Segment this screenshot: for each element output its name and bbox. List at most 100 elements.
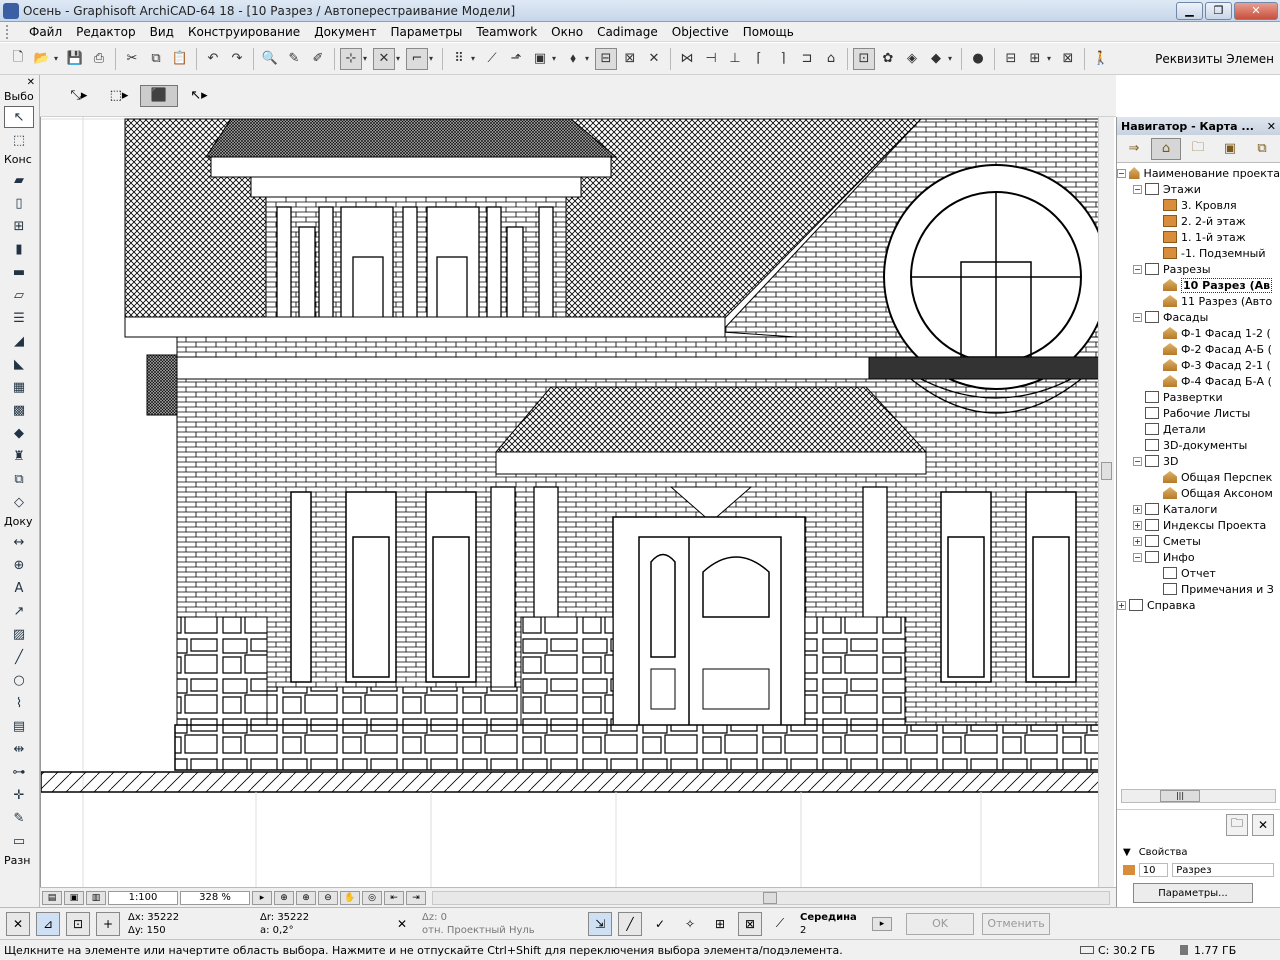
walk-icon[interactable]: 🚶 [1090,48,1112,70]
maximize-button[interactable]: ❐ [1205,1,1232,20]
view-map-icon[interactable]: ▤ [42,890,62,905]
tree-item[interactable]: +box Каталоги [1117,501,1280,517]
tree-item[interactable]: house 11 Разрез (Авто [1117,293,1280,309]
canvas-horizontal-scrollbar[interactable] [432,890,1110,905]
zoom-previous-icon[interactable]: ⇤ [384,890,404,905]
pan-icon[interactable]: ✋ [340,890,360,905]
camera-tool-icon[interactable]: ▭ [4,830,34,852]
tree-item[interactable]: floor 1. 1-й этаж [1117,229,1280,245]
fillet-icon[interactable]: ⌈ [748,48,770,70]
zone-tool-icon[interactable]: ⧉ [4,468,34,490]
zoom-next-icon[interactable]: ⇥ [406,890,426,905]
sphere-icon[interactable]: ● [967,48,989,70]
angle-value[interactable]: a: 0,2° [260,924,384,937]
toolbox-label-select[interactable]: Выбо [0,89,39,105]
paste-icon[interactable]: 📋 [169,48,191,70]
horizontal-scroll-thumb[interactable] [763,891,777,904]
layer-icon[interactable]: ▣ [529,48,551,70]
collapse-icon[interactable]: − [1117,168,1126,178]
view-id-field[interactable]: 10 [1138,863,1169,877]
tree-item[interactable]: floor 3. Кровля [1117,197,1280,213]
render-dropdown-icon[interactable]: ▾ [948,54,957,63]
dimension-tool-icon[interactable]: ↔ [4,531,34,553]
snap-dropdown-icon[interactable]: ▾ [429,54,438,63]
tree-item[interactable]: floor -1. Подземный [1117,245,1280,261]
collapse-icon[interactable]: − [1133,312,1142,322]
expand-icon[interactable]: + [1117,600,1126,610]
menu-cadimage[interactable]: Cadimage [590,25,665,39]
tree-item[interactable]: box Рабочие Листы [1117,405,1280,421]
element-attributes-label[interactable]: Реквизиты Элемен [1155,52,1280,66]
layers-combo-icon[interactable]: ▥ [86,890,106,905]
delete-icon[interactable]: ✕ [1252,813,1274,836]
syringe-icon[interactable]: ✐ [307,48,329,70]
wall-tool-icon[interactable]: ▰ [4,169,34,191]
new-folder-icon[interactable]: 🗀 [1226,813,1248,836]
zoom-dropdown-icon[interactable]: ▸ [252,890,272,905]
tree-item[interactable]: box Развертки [1117,389,1280,405]
menu-document[interactable]: Документ [307,25,383,39]
menu-objective[interactable]: Objective [665,25,736,39]
expand-icon[interactable]: + [1133,504,1142,514]
layout-dropdown-icon[interactable]: ▾ [1047,54,1056,63]
line-draw-icon[interactable]: ╱ [618,911,642,936]
hotspot-tool-icon[interactable]: ✛ [4,784,34,806]
organizer-tab-icon[interactable]: ⧉ [1247,138,1277,160]
group-icon[interactable]: ⊞ [708,912,732,936]
tree-item[interactable]: house 10 Разрез (Ав [1117,277,1280,293]
tree-item[interactable]: −box 3D [1117,453,1280,469]
menu-window[interactable]: Окно [544,25,590,39]
previous-zoom-icon[interactable]: ◎ [362,890,382,905]
navigator-horizontal-scrollbar[interactable]: ||| [1121,789,1276,803]
marquee-tool-icon[interactable]: ⬚ [4,129,34,151]
slab-tool-icon[interactable]: ▱ [4,284,34,306]
toolbox-label-other[interactable]: Разн [0,853,39,869]
tree-item[interactable]: house Ф-1 Фасад 1-2 ( [1117,325,1280,341]
minimize-button[interactable]: ▁ [1176,1,1203,20]
snap-points-icon[interactable]: ⌐ [406,47,428,70]
spark-icon[interactable]: ✧ [678,912,702,936]
stair-tool-icon[interactable]: ☰ [4,307,34,329]
polyline-tool-icon[interactable]: ⌇ [4,692,34,714]
drawing-canvas[interactable] [40,117,1098,887]
expand-icon[interactable]: + [1133,520,1142,530]
circle-tool-icon[interactable]: ○ [4,669,34,691]
fill-tool-icon[interactable]: ▨ [4,623,34,645]
layer-dropdown-icon[interactable]: ▾ [552,54,561,63]
trace-icon[interactable]: ⟋ [481,48,503,70]
reference-level[interactable]: отн. Проектный Нуль [422,924,582,937]
undo-icon[interactable]: ↶ [202,48,224,70]
special-snap-icon[interactable]: ⊠ [738,911,762,936]
pointer-icon[interactable]: ⬏ [505,48,527,70]
delta-z-value[interactable]: Δz: 0 [422,911,582,924]
guide-lines-icon[interactable]: ✕ [373,47,395,70]
beam-tool-icon[interactable]: ▬ [4,261,34,283]
gravity-icon[interactable]: ⊹ [340,47,362,70]
selection-method-icon[interactable]: ⤡▸ [60,85,98,107]
guide-plus-icon[interactable]: + [96,911,120,936]
print-icon[interactable]: ⎙ [88,48,110,70]
collapse-icon[interactable]: − [1133,456,1142,466]
zoom-in-icon[interactable]: ⊕ [296,890,316,905]
3d-view-icon[interactable]: ◈ [901,48,923,70]
menu-design[interactable]: Конструирование [181,25,307,39]
navigator-close-icon[interactable]: ✕ [1267,120,1280,133]
split-icon[interactable]: ⋈ [676,48,698,70]
view-name-field[interactable]: Разрез [1172,863,1274,877]
view-preset-icon[interactable]: ▣ [64,890,84,905]
figure-tool-icon[interactable]: ✎ [4,807,34,829]
tree-item[interactable]: box 3D-документы [1117,437,1280,453]
shell-tool-icon[interactable]: ◣ [4,353,34,375]
menu-view[interactable]: Вид [143,25,181,39]
door-tool-icon[interactable]: ▯ [4,192,34,214]
collapse-icon[interactable]: − [1133,552,1142,562]
toolbox-close-icon[interactable]: ✕ [0,75,39,89]
snap-mode-value[interactable]: 2 [800,924,870,937]
adjust-icon[interactable]: ⊣ [700,48,722,70]
rectangle-select-icon[interactable]: ⬚▸ [100,85,138,107]
open-dropdown-icon[interactable]: ▾ [54,54,63,63]
fit-window-icon[interactable]: ⊕ [274,890,294,905]
vertical-scroll-thumb[interactable] [1101,462,1112,480]
level-dimension-tool-icon[interactable]: ⊕ [4,554,34,576]
delta-r-value[interactable]: Δr: 35222 [260,911,384,924]
